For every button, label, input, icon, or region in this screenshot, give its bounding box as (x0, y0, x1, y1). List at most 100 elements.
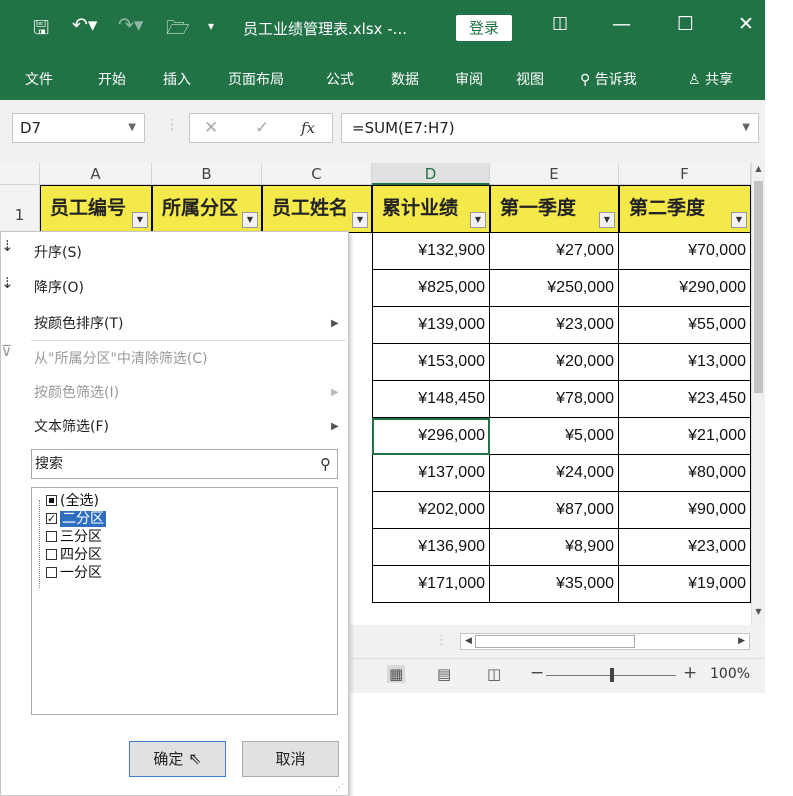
table-cell[interactable]: ¥24,000 (490, 455, 619, 492)
splitter-grip-icon[interactable]: ⋮ (435, 633, 448, 648)
header-cell[interactable]: 员工姓名 ▼ (262, 185, 372, 233)
cancel-entry-icon[interactable]: ✕ (204, 118, 218, 138)
table-cell[interactable]: ¥23,450 (619, 381, 751, 418)
table-cell[interactable]: ¥132,900 (372, 233, 490, 270)
scroll-down-icon[interactable]: ▼ (753, 607, 764, 621)
table-cell[interactable]: ¥70,000 (619, 233, 751, 270)
tab-view[interactable]: 视图 (516, 69, 544, 89)
table-cell[interactable]: ¥35,000 (490, 566, 619, 603)
filter-dropdown-icon[interactable]: ▼ (599, 212, 615, 228)
sort-by-color-item[interactable]: 按颜色排序(T) (34, 313, 123, 333)
table-cell[interactable]: ¥825,000 (372, 270, 490, 307)
zoom-in-icon[interactable]: + (683, 663, 697, 683)
ok-button[interactable]: 确定 ⇖ (129, 741, 226, 777)
table-cell[interactable]: ¥20,000 (490, 344, 619, 381)
tell-me-search[interactable]: ⚲ 告诉我 (580, 69, 637, 89)
column-header-a[interactable]: A (40, 163, 152, 185)
checkbox-partial-icon[interactable] (46, 494, 57, 506)
redo-icon[interactable]: ↷▾ (118, 14, 143, 36)
normal-view-icon[interactable]: ▦ (387, 665, 406, 683)
filter-dropdown-icon[interactable]: ▼ (132, 212, 148, 228)
table-cell[interactable]: ¥80,000 (619, 455, 751, 492)
tab-file[interactable]: 文件 (25, 69, 53, 89)
table-cell[interactable]: ¥23,000 (619, 529, 751, 566)
filter-applied-icon[interactable]: ▼ (242, 212, 258, 228)
maximize-button[interactable]: ☐ (677, 13, 694, 35)
page-break-preview-icon[interactable]: ◫ (487, 665, 501, 683)
column-header-e[interactable]: E (490, 163, 619, 185)
scroll-up-icon[interactable]: ▲ (753, 164, 764, 178)
chevron-down-icon[interactable]: ▼ (128, 114, 136, 142)
save-icon[interactable]: 🖫 (33, 14, 49, 46)
checkbox-unchecked-icon[interactable] (46, 548, 57, 560)
active-cell[interactable]: ¥296,000 (372, 418, 490, 455)
filter-option[interactable]: 三分区 (46, 528, 102, 546)
tab-home[interactable]: 开始 (98, 69, 126, 89)
filter-by-color-item[interactable]: 按颜色筛选(I) (34, 382, 119, 402)
horizontal-scroll-thumb[interactable] (475, 635, 635, 648)
filter-dropdown-icon[interactable]: ▼ (731, 212, 747, 228)
table-cell[interactable]: ¥137,000 (372, 455, 490, 492)
header-cell[interactable]: 员工编号 ▼ (40, 185, 152, 233)
header-cell[interactable]: 第二季度 ▼ (619, 185, 751, 233)
zoom-level[interactable]: 100% (710, 666, 750, 682)
table-cell[interactable]: ¥90,000 (619, 492, 751, 529)
column-header-f[interactable]: F (619, 163, 751, 185)
select-all-corner[interactable] (0, 163, 40, 185)
cancel-button[interactable]: 取消 (242, 741, 339, 777)
formula-input[interactable]: =SUM(E7:H7) ▼ (341, 113, 759, 143)
clear-filter-item[interactable]: 从"所属分区"中清除筛选(C) (34, 348, 208, 368)
checkbox-unchecked-icon[interactable] (46, 566, 57, 578)
filter-option[interactable]: ✓ 二分区 (46, 510, 106, 528)
table-cell[interactable]: ¥23,000 (490, 307, 619, 344)
tab-page-layout[interactable]: 页面布局 (228, 69, 284, 89)
tab-insert[interactable]: 插入 (163, 69, 191, 89)
name-box[interactable]: D7 ▼ (12, 113, 145, 143)
enter-check-icon[interactable]: ✓ (255, 118, 269, 138)
table-cell[interactable]: ¥153,000 (372, 344, 490, 381)
tab-review[interactable]: 审阅 (455, 69, 483, 89)
sort-descending-item[interactable]: 降序(O) (34, 277, 84, 297)
table-cell[interactable]: ¥139,000 (372, 307, 490, 344)
filter-option[interactable]: 一分区 (46, 564, 102, 582)
insert-function-icon[interactable]: fx (301, 119, 315, 137)
checkbox-checked-icon[interactable]: ✓ (46, 512, 57, 524)
table-cell[interactable]: ¥202,000 (372, 492, 490, 529)
table-cell[interactable]: ¥171,000 (372, 566, 490, 603)
expand-formula-icon[interactable]: ▼ (742, 114, 750, 142)
table-cell[interactable]: ¥55,000 (619, 307, 751, 344)
header-cell[interactable]: 所属分区 ▼ (152, 185, 262, 233)
table-cell[interactable]: ¥21,000 (619, 418, 751, 455)
filter-dropdown-icon[interactable]: ▼ (352, 212, 368, 228)
table-cell[interactable]: ¥13,000 (619, 344, 751, 381)
vertical-scroll-thumb[interactable] (754, 181, 763, 393)
filter-option[interactable]: 四分区 (46, 546, 102, 564)
filter-dropdown-icon[interactable]: ▼ (470, 212, 486, 228)
login-button[interactable]: 登录 (456, 15, 512, 41)
table-cell[interactable]: ¥19,000 (619, 566, 751, 603)
header-cell[interactable]: 第一季度 ▼ (490, 185, 619, 233)
horizontal-scrollbar[interactable]: ◀ ▶ (460, 633, 750, 650)
ribbon-display-options-icon[interactable]: ◫ (552, 13, 568, 33)
customize-quick-access-icon[interactable]: ▾ (208, 19, 214, 33)
zoom-slider-thumb[interactable] (610, 668, 614, 682)
table-cell[interactable]: ¥78,000 (490, 381, 619, 418)
close-button[interactable]: ✕ (738, 13, 754, 35)
column-header-d[interactable]: D (372, 163, 490, 185)
column-header-c[interactable]: C (262, 163, 372, 185)
search-icon[interactable]: ⚲ (320, 450, 331, 478)
vertical-scrollbar[interactable]: ▲ ▼ (751, 163, 765, 625)
open-folder-icon[interactable]: 🗁 (166, 14, 190, 46)
zoom-out-icon[interactable]: − (530, 663, 544, 683)
tab-formulas[interactable]: 公式 (326, 69, 354, 89)
tab-data[interactable]: 数据 (391, 69, 419, 89)
scroll-right-icon[interactable]: ▶ (738, 634, 745, 649)
page-layout-view-icon[interactable]: ▤ (437, 665, 451, 683)
table-cell[interactable]: ¥290,000 (619, 270, 751, 307)
table-cell[interactable]: ¥8,900 (490, 529, 619, 566)
filter-option-select-all[interactable]: (全选) (46, 492, 99, 510)
table-cell[interactable]: ¥148,450 (372, 381, 490, 418)
scroll-left-icon[interactable]: ◀ (465, 634, 472, 649)
text-filter-item[interactable]: 文本筛选(F) (34, 416, 109, 436)
header-cell[interactable]: 累计业绩 ▼ (372, 185, 490, 233)
